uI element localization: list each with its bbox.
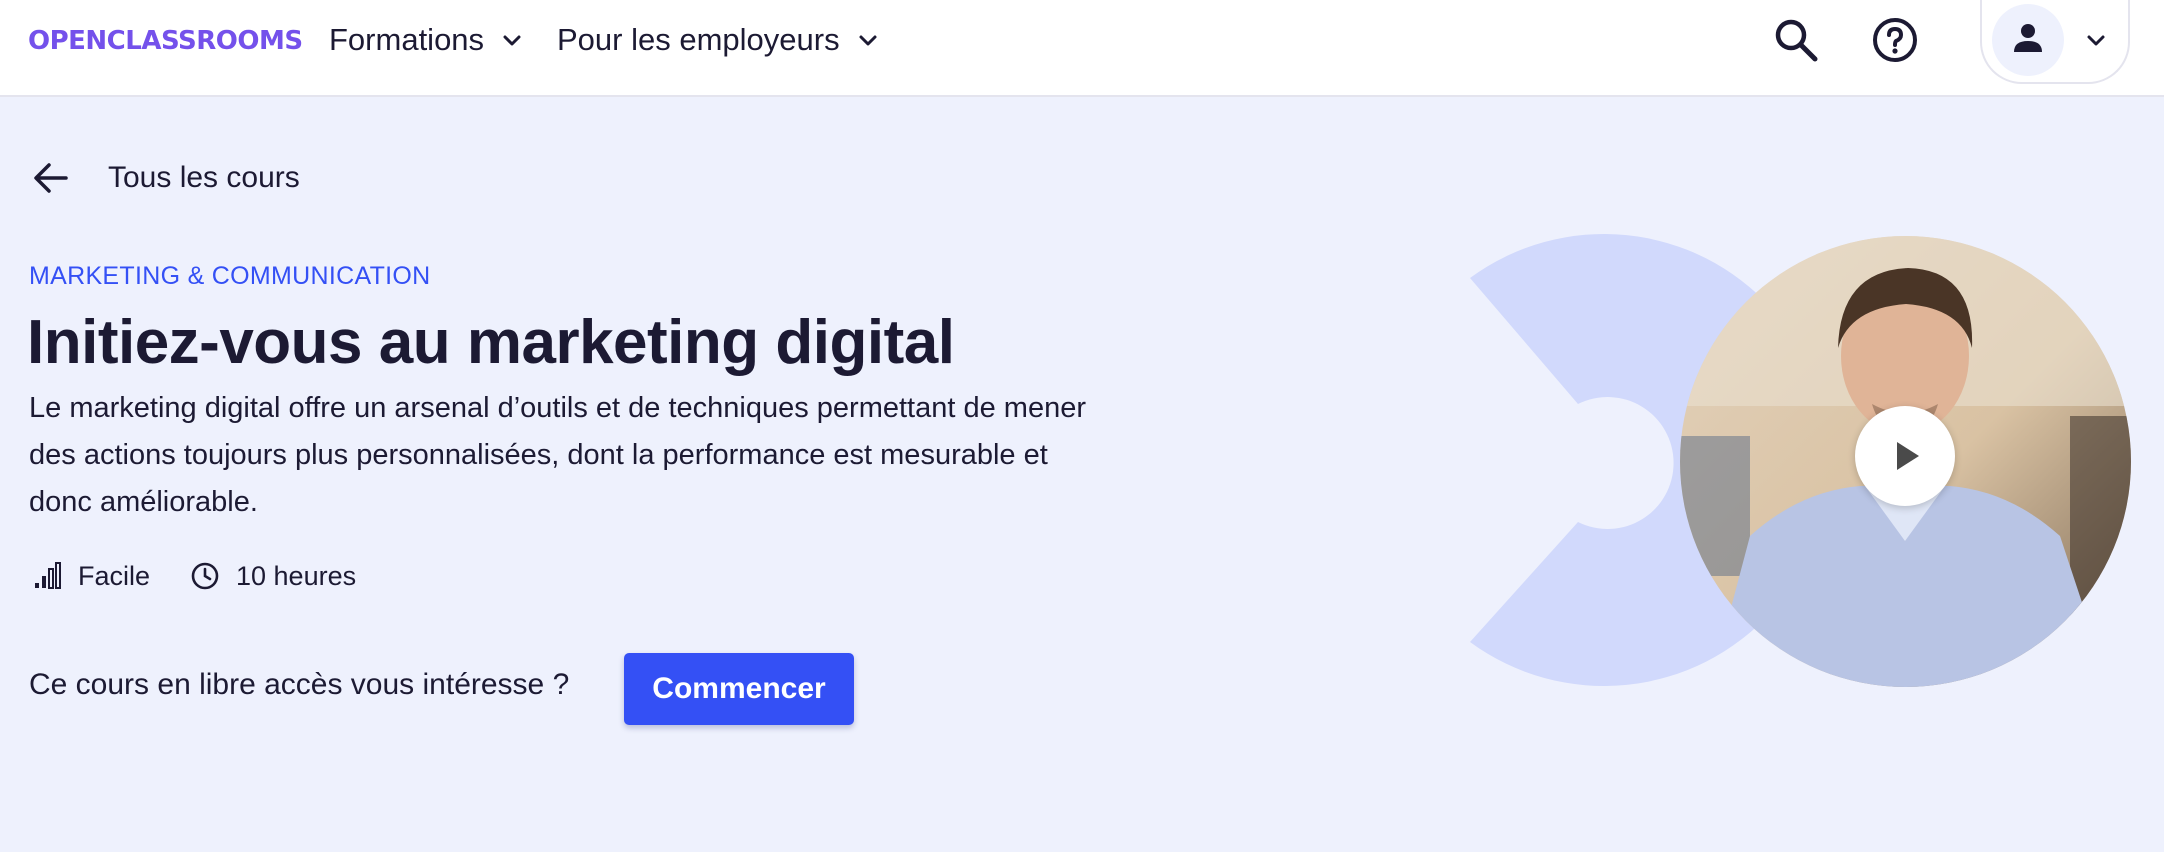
clock-icon [188,559,222,593]
chevron-down-icon [854,26,882,54]
openclassrooms-logo[interactable]: OPENCLASSROOMS [28,22,303,60]
account-menu-button[interactable] [1980,0,2130,84]
course-intro-video[interactable] [1680,236,2131,687]
search-icon [1772,16,1820,69]
nav-employeurs-label: Pour les employeurs [557,22,840,57]
course-duration: 10 heures [188,556,356,596]
user-icon [2010,20,2046,61]
search-button[interactable] [1770,16,1822,68]
back-to-all-courses-link[interactable]: Tous les cours [30,154,300,202]
course-title: Initiez-vous au marketing digital [27,308,955,377]
arrow-left-icon [30,157,72,199]
play-button[interactable] [1855,406,1955,506]
course-duration-label: 10 heures [236,560,357,591]
course-category[interactable]: MARKETING & COMMUNICATION [29,262,430,291]
top-header: OPENCLASSROOMS Formations Pour les emplo… [0,0,2164,97]
cta-prompt: Ce cours en libre accès vous intéresse ? [29,668,570,701]
course-level-label: Facile [78,560,151,591]
chevron-down-icon [2082,26,2110,54]
help-button[interactable] [1869,16,1921,68]
back-link-label: Tous les cours [108,161,300,194]
course-level: Facile [30,556,150,596]
start-course-button[interactable]: Commencer [624,653,854,725]
chevron-down-icon [498,26,526,54]
nav-pour-les-employeurs[interactable]: Pour les employeurs [557,18,882,62]
play-icon [1885,436,1925,476]
avatar [1992,4,2064,76]
nav-formations-label: Formations [329,22,485,57]
level-bars-icon [30,559,64,593]
nav-formations[interactable]: Formations [329,18,526,62]
help-icon [1871,16,1919,69]
course-description: Le marketing digital offre un arsenal d’… [29,392,1086,518]
